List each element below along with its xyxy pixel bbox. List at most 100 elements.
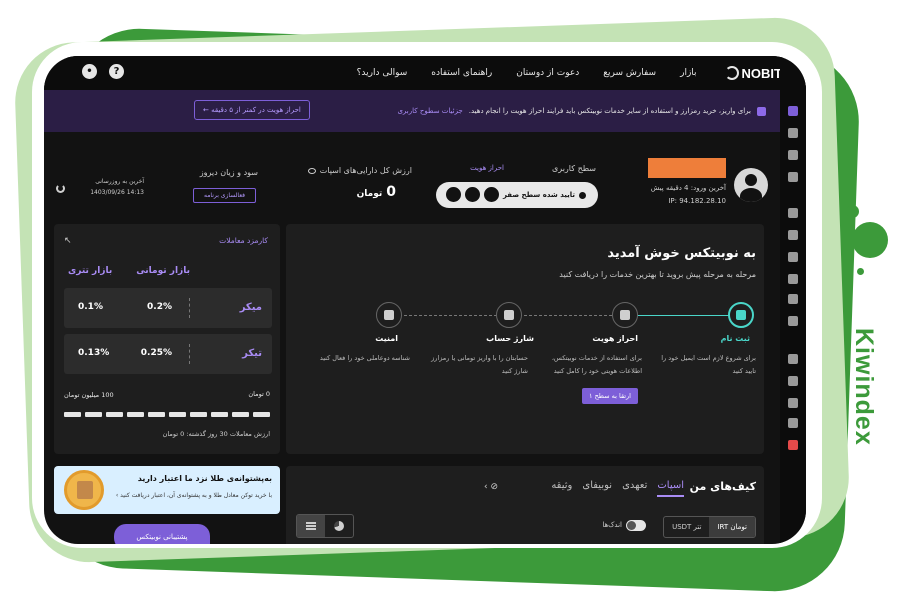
logo-text: NOBIT (741, 65, 782, 81)
promo-text[interactable]: با خرید توکن معادل طلا و به پشتوانه‌ی آن… (116, 492, 272, 499)
user-name-redacted (648, 158, 726, 178)
tab-collateral[interactable]: وثیقه (551, 480, 572, 497)
unit-toggle: تومان IRT تتر USDT (663, 516, 756, 538)
taker-tether: 0.13% (78, 348, 110, 358)
top-navbar: NOBIT بازار سفارش سریع دعوت از دوستان را… (44, 56, 806, 90)
view-switch (296, 514, 354, 538)
progress-line-done (632, 315, 740, 316)
small-balances-toggle[interactable] (626, 520, 646, 531)
support-button[interactable]: پشتیبانی نوبیتکس (114, 524, 210, 544)
avatar[interactable] (734, 168, 768, 202)
dashboard-icon[interactable] (788, 106, 798, 116)
fees-title[interactable]: کارمزد معاملات (219, 236, 268, 245)
level-title: سطح کاربری (552, 164, 596, 173)
taker-toman: 0.25% (140, 348, 172, 358)
tab-margin[interactable]: تعهدی (622, 480, 647, 497)
refresh-icon[interactable] (56, 184, 65, 193)
step-deposit-icon (496, 302, 522, 328)
list-view-icon[interactable] (297, 515, 325, 537)
last-login: آخرین ورود: 4 دقیقه پیش (650, 184, 726, 192)
shield-icon (757, 106, 766, 116)
page: Kiwindex NOBIT بازار سفارش سریع دعوت از … (0, 0, 900, 600)
taker-row: تیکر 0.25% 0.13% (64, 334, 272, 374)
step-signup-desc: برای شروع لازم است ایمیل خود را تایید کن… (661, 354, 756, 375)
eye-icon[interactable] (307, 167, 316, 174)
logo-icon (724, 66, 739, 80)
tab-nobifi[interactable]: نوبیفای (582, 480, 612, 497)
gold-box-icon (64, 470, 104, 510)
market-icon[interactable] (788, 208, 798, 218)
deco-dot (852, 222, 888, 258)
security-icon[interactable] (788, 376, 798, 386)
chart-icon[interactable] (788, 230, 798, 240)
info-icon (579, 191, 586, 199)
pnl-title: سود و زیان دیروز (199, 168, 258, 177)
nav-quick-order[interactable]: سفارش سریع (603, 68, 656, 78)
history-icon[interactable] (788, 172, 798, 182)
maker-toman: 0.2% (147, 302, 172, 312)
users-icon[interactable] (788, 418, 798, 428)
logo[interactable]: NOBIT (724, 65, 782, 81)
banner-link[interactable]: جزئیات سطوح کاربری (397, 107, 462, 115)
calendar-icon[interactable] (788, 316, 798, 326)
message-icon[interactable] (788, 398, 798, 408)
expand-icon[interactable]: ↖ (64, 236, 72, 246)
crown-icon[interactable] (788, 294, 798, 304)
notification-icon[interactable]: • (82, 64, 97, 79)
level-link[interactable]: احراز هویت (470, 164, 504, 172)
banner-text: برای واریز، خرید رمزارز و استفاده از سای… (468, 107, 751, 115)
nav-faq[interactable]: سوالی دارید؟ (357, 68, 408, 78)
welcome-title: به نوبیتکس خوش آمدید (607, 246, 756, 261)
col-tether-market: بازار تتری (68, 266, 113, 276)
volume-text: ارزش معاملات 30 روز گذشته: 0 تومان (162, 430, 270, 438)
step-security-title: امنیت (375, 334, 398, 343)
assets-title: ارزش کل دارایی‌های اسپات (307, 166, 412, 175)
step-kyc-title: احراز هویت (592, 334, 638, 343)
nav-invite[interactable]: دعوت از دوستان (516, 68, 579, 78)
small-balances-label: اندک‌ها (602, 521, 622, 529)
last-update: آخرین به روزرسانی 14:13 1403/09/26 (90, 178, 144, 196)
level-dots (446, 187, 499, 202)
pie-view-icon[interactable] (325, 515, 353, 537)
fees-panel: کارمزد معاملات ↖ بازار تومانی بازار تتری… (54, 224, 280, 454)
upgrade-level-button[interactable]: ارتقا به سطح ۱ (582, 388, 638, 404)
step-signup-title: ثبت نام (720, 334, 750, 343)
help-icon[interactable]: ? (109, 64, 124, 79)
step-deposit-desc: حسابتان را با واریز تومانی یا رمزارز شار… (431, 354, 528, 375)
deco-dot (846, 205, 859, 218)
nav-market[interactable]: بازار (680, 68, 696, 78)
taker-label: تیکر (242, 348, 262, 359)
step-kyc-icon (612, 302, 638, 328)
nav-guide[interactable]: راهنمای استفاده (431, 68, 492, 78)
level-status: تایید شده سطح صفر (436, 182, 598, 208)
kyc-button[interactable]: احراز هویت در کمتر از ۵ دقیقه ← (194, 100, 310, 120)
login-info: آخرین ورود: 4 دقیقه پیش IP: 94.182.28.10 (626, 182, 726, 208)
promo-title: به‌پشتوانه‌ی طلا نزد ما اعتبار دارید (137, 474, 272, 483)
range-start: 0 تومان (248, 390, 270, 398)
orders-icon[interactable] (788, 128, 798, 138)
tabs-scroll-icon[interactable]: ‹ ⊘ (484, 482, 498, 492)
wallets-title: کیف‌های من (689, 480, 756, 493)
welcome-subtitle: مرحله به مرحله پیش بروید تا بهترین خدمات… (559, 270, 756, 279)
gold-promo[interactable]: به‌پشتوانه‌ی طلا نزد ما اعتبار دارید با … (54, 466, 280, 514)
brand-watermark: Kiwindex (850, 328, 878, 446)
step-signup-icon (728, 302, 754, 328)
step-deposit-title: شارژ حساب (486, 334, 534, 343)
unit-usdt[interactable]: تتر USDT (664, 517, 709, 537)
app-screen: NOBIT بازار سفارش سریع دعوت از دوستان را… (44, 56, 806, 544)
col-toman-market: بازار تومانی (136, 266, 190, 276)
welcome-panel: به نوبیتکس خوش آمدید مرحله به مرحله پیش … (286, 224, 764, 454)
kyc-banner: برای واریز، خرید رمزارز و استفاده از سای… (44, 90, 806, 132)
unit-irt[interactable]: تومان IRT (709, 517, 755, 537)
maker-tether: 0.1% (78, 302, 103, 312)
wallets-panel: کیف‌های من اسپات تعهدی نوبیفای وثیقه ‹ ⊘… (286, 466, 764, 544)
gift-icon[interactable] (788, 274, 798, 284)
wallet-icon[interactable] (788, 150, 798, 160)
tab-spot[interactable]: اسپات (657, 480, 684, 497)
activate-program-button[interactable]: فعالسازی برنامه (192, 188, 256, 203)
coin-icon[interactable] (788, 252, 798, 262)
id-card-icon[interactable] (788, 354, 798, 364)
maker-label: میکر (239, 302, 262, 313)
logout-icon[interactable] (788, 440, 798, 450)
ip-address: IP: 94.182.28.10 (668, 197, 726, 205)
